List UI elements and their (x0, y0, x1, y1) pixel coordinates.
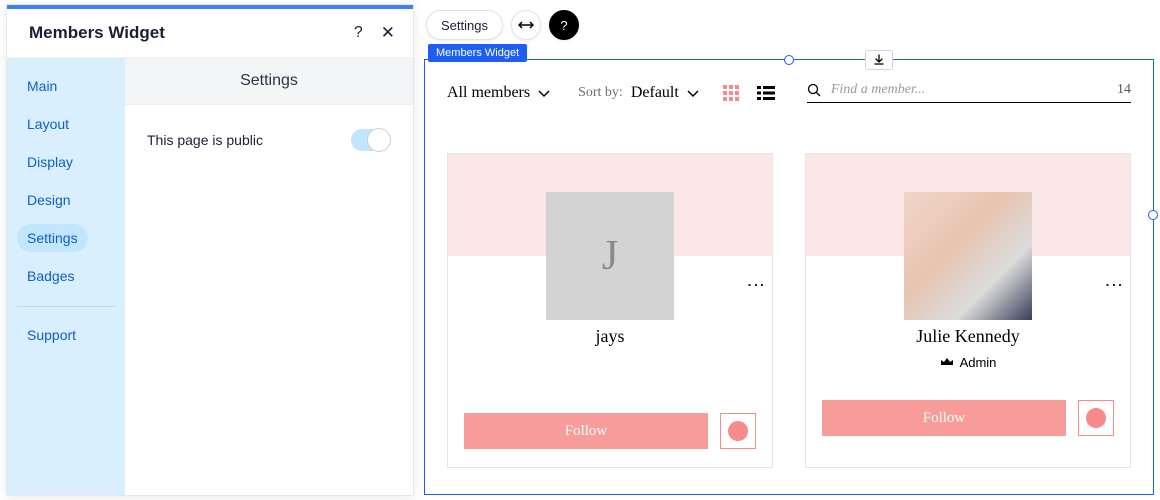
public-page-setting: This page is public (147, 129, 391, 151)
member-card: ⋮ Julie Kennedy Admin Follow (805, 153, 1131, 468)
card-actions: Follow (448, 403, 772, 467)
avatar[interactable] (904, 192, 1032, 320)
panel-body: Main Layout Display Design Settings Badg… (7, 58, 413, 495)
search-input[interactable] (831, 82, 1107, 98)
list-view-icon[interactable] (757, 86, 775, 100)
panel-header: Members Widget ? ✕ (7, 9, 413, 58)
avatar[interactable]: J (546, 192, 674, 320)
member-card: J ⋮ jays Follow (447, 153, 773, 468)
filter-label: All members (447, 84, 530, 102)
resize-horizontal-button[interactable] (511, 10, 541, 40)
panel-content: Settings This page is public (125, 58, 413, 495)
panel-header-actions: ? ✕ (354, 23, 395, 43)
member-cards: J ⋮ jays Follow (447, 153, 1131, 468)
card-menu-icon[interactable]: ⋮ (1112, 276, 1116, 294)
follow-button[interactable]: Follow (822, 400, 1066, 436)
help-pill-button[interactable]: ? (549, 10, 579, 40)
selection-box: All members Sort by: Default (424, 59, 1154, 495)
public-page-toggle[interactable] (351, 129, 391, 151)
widget-preview: All members Sort by: Default (425, 60, 1153, 494)
member-role: Admin (822, 355, 1114, 370)
chat-icon (1086, 408, 1106, 428)
search-icon (807, 83, 821, 97)
toggle-knob (367, 128, 391, 152)
sidebar-item-design[interactable]: Design (17, 186, 81, 214)
content-body: This page is public (125, 105, 413, 175)
sidebar-item-settings[interactable]: Settings (17, 224, 88, 252)
chevron-down-icon (687, 90, 697, 96)
filter-dropdown[interactable]: All members (447, 84, 548, 102)
settings-pill-button[interactable]: Settings (426, 10, 503, 40)
card-actions: Follow (806, 390, 1130, 454)
avatar-image (904, 192, 1032, 320)
chat-button[interactable] (1078, 400, 1114, 436)
sort-value: Default (631, 84, 679, 102)
floating-toolbar: Settings ? (426, 10, 579, 40)
panel-sidebar: Main Layout Display Design Settings Badg… (7, 58, 125, 495)
close-icon[interactable]: ✕ (381, 23, 395, 43)
sidebar-item-main[interactable]: Main (17, 72, 67, 100)
sidebar-item-support[interactable]: Support (17, 321, 86, 349)
settings-panel: Members Widget ? ✕ Main Layout Display D… (6, 4, 414, 496)
members-toolbar: All members Sort by: Default (447, 82, 1131, 103)
avatar-initial: J (546, 192, 674, 320)
search-field[interactable]: 14 (807, 82, 1131, 103)
role-label: Admin (960, 355, 997, 370)
crown-icon (940, 356, 954, 370)
sidebar-item-badges[interactable]: Badges (17, 262, 84, 290)
sort-group: Sort by: Default (578, 84, 697, 102)
member-name: Julie Kennedy (822, 326, 1114, 347)
chevron-down-icon (538, 90, 548, 96)
chat-button[interactable] (720, 413, 756, 449)
sort-dropdown[interactable]: Default (631, 84, 697, 102)
member-name: jays (464, 326, 756, 347)
card-menu-icon[interactable]: ⋮ (754, 276, 758, 294)
sort-by-label: Sort by: (578, 85, 623, 101)
content-header: Settings (125, 58, 413, 105)
chat-icon (728, 421, 748, 441)
member-count: 14 (1117, 82, 1131, 98)
follow-button[interactable]: Follow (464, 413, 708, 449)
grid-view-icon[interactable] (723, 85, 739, 101)
sidebar-item-layout[interactable]: Layout (17, 110, 79, 138)
help-icon[interactable]: ? (354, 24, 363, 42)
sidebar-item-display[interactable]: Display (17, 148, 83, 176)
canvas-preview: Settings ? Members Widget All members So… (420, 0, 1160, 500)
sidebar-divider (17, 306, 115, 307)
view-icons (723, 85, 775, 101)
public-page-label: This page is public (147, 132, 263, 148)
panel-title: Members Widget (29, 23, 165, 43)
